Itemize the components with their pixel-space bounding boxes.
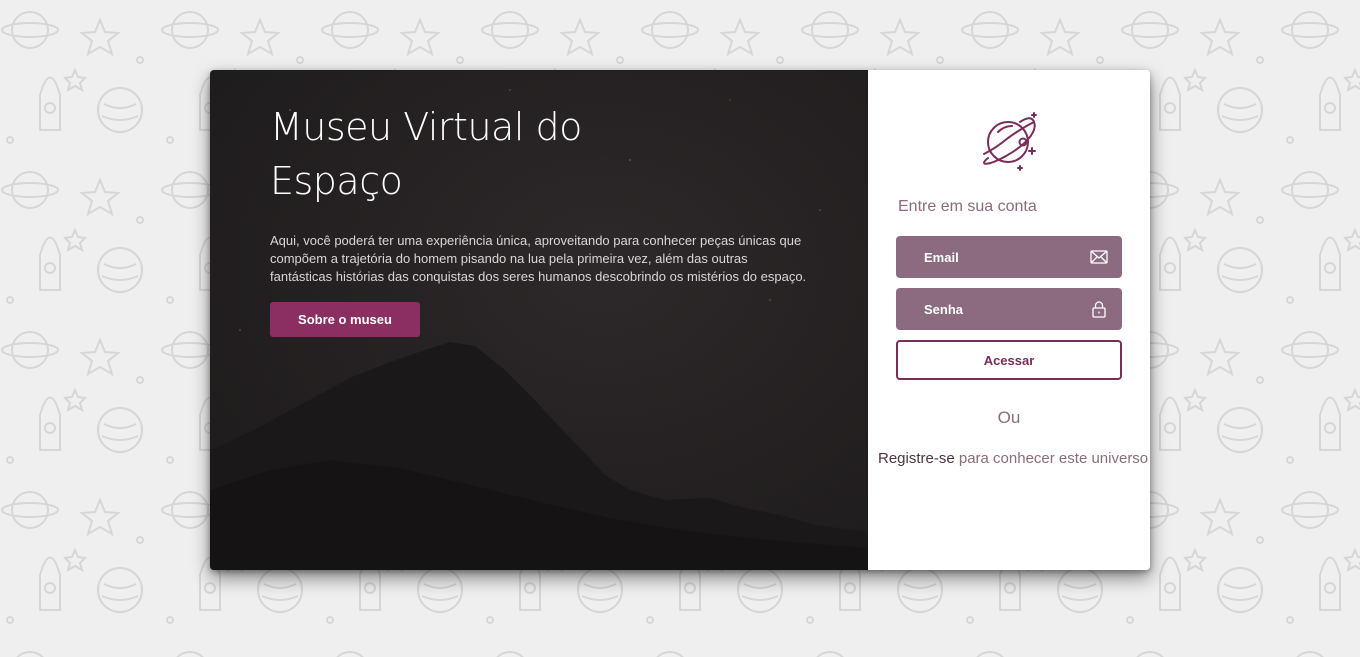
register-description: para conhecer este universo bbox=[954, 450, 1149, 467]
email-label: Email bbox=[924, 249, 959, 265]
hero-panel: Museu Virtual do Espaço Aqui, você poder… bbox=[210, 70, 868, 570]
password-label: Senha bbox=[924, 301, 964, 317]
hero-content: Museu Virtual do Espaço Aqui, você poder… bbox=[270, 100, 810, 337]
password-field[interactable]: Senha bbox=[896, 288, 1122, 330]
envelope-icon bbox=[1090, 248, 1108, 266]
register-link[interactable]: Registre-se bbox=[878, 450, 955, 467]
hero-title: Museu Virtual do Espaço bbox=[270, 105, 582, 203]
register-line: Registre-se para conhecer este universo bbox=[878, 450, 1148, 467]
lock-icon bbox=[1090, 300, 1108, 318]
login-heading: Entre em sua conta bbox=[898, 198, 1037, 215]
login-panel: Entre em sua conta Email Senha Acessar O… bbox=[868, 70, 1150, 570]
access-button[interactable]: Acessar bbox=[896, 340, 1122, 380]
login-card: Museu Virtual do Espaço Aqui, você poder… bbox=[210, 70, 1150, 570]
or-separator: Ou bbox=[997, 408, 1021, 427]
email-field[interactable]: Email bbox=[896, 236, 1122, 278]
planet-icon bbox=[983, 112, 1037, 171]
hero-description: Aqui, você poderá ter uma experiência ún… bbox=[270, 233, 807, 284]
about-museum-button[interactable]: Sobre o museu bbox=[270, 302, 420, 337]
